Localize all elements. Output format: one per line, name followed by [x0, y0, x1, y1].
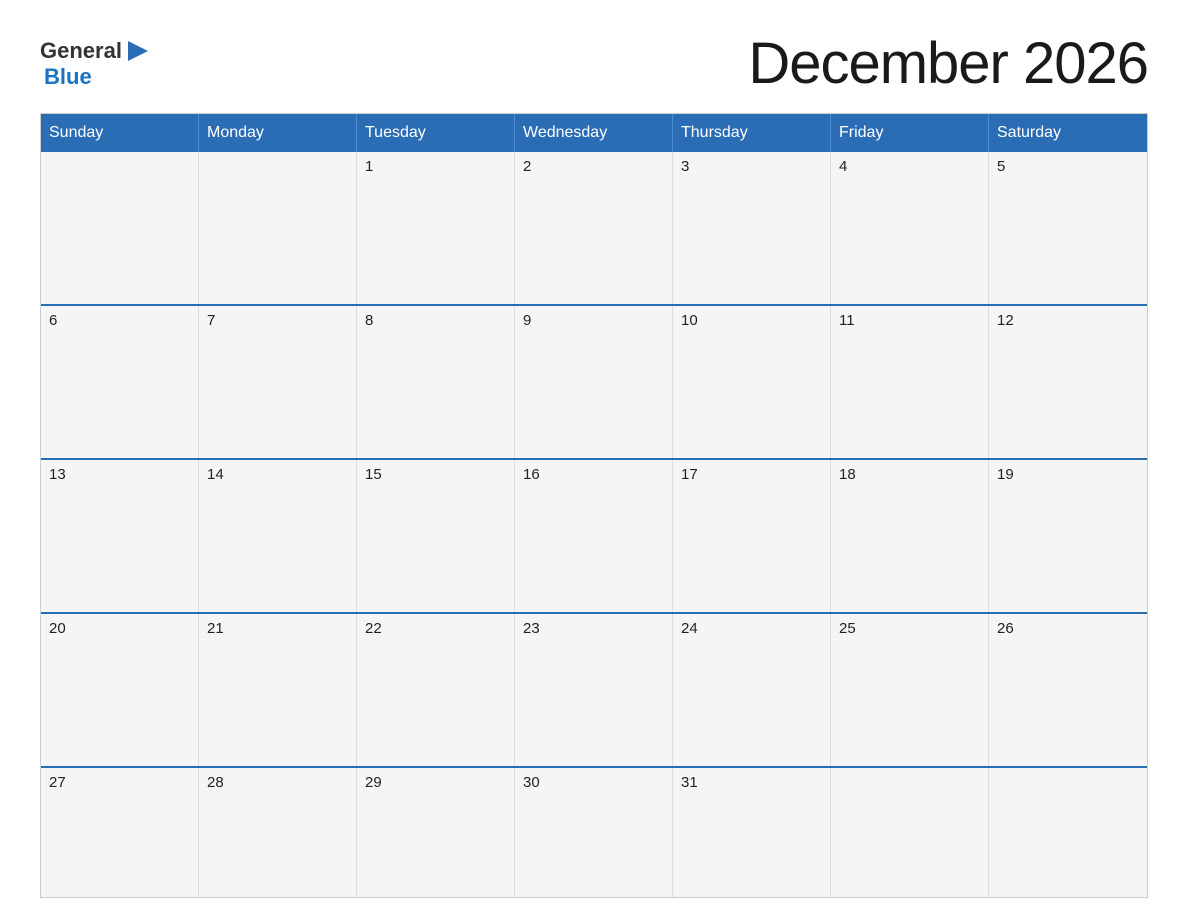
day-number: 1: [365, 158, 506, 175]
calendar-cell: 22: [357, 614, 515, 766]
logo-general-text: General: [40, 39, 122, 63]
calendar-cell: 27: [41, 768, 199, 897]
day-number: 13: [49, 466, 190, 483]
day-number: 3: [681, 158, 822, 175]
calendar-cell: 19: [989, 460, 1147, 612]
logo-row1: General: [40, 37, 156, 65]
calendar-cell: 20: [41, 614, 199, 766]
calendar-cell: 30: [515, 768, 673, 897]
header-cell-tuesday: Tuesday: [357, 114, 515, 152]
calendar-cell: 23: [515, 614, 673, 766]
day-number: 16: [523, 466, 664, 483]
day-number: 30: [523, 774, 664, 791]
day-number: 9: [523, 312, 664, 329]
calendar-week-2: 6789 10 11 12: [41, 304, 1147, 458]
day-number: 8: [365, 312, 506, 329]
calendar-grid: SundayMondayTuesdayWednesdayThursdayFrid…: [40, 113, 1148, 898]
calendar-cell: 12: [989, 306, 1147, 458]
calendar-week-4: 20 21 22 23 24 25 26: [41, 612, 1147, 766]
day-number: 21: [207, 620, 348, 637]
calendar-cell: 29: [357, 768, 515, 897]
calendar-cell: 5: [989, 152, 1147, 304]
month-title: December 2026: [748, 30, 1148, 97]
calendar-page: General Blue December 2026 SundayMondayT…: [0, 0, 1188, 918]
calendar-cell: 7: [199, 306, 357, 458]
day-number: 18: [839, 466, 980, 483]
calendar-cell: 4: [831, 152, 989, 304]
calendar-cell: [831, 768, 989, 897]
calendar-cell: 3: [673, 152, 831, 304]
calendar-body: 1234567891011121314151617181920212223242…: [41, 152, 1147, 897]
header-cell-saturday: Saturday: [989, 114, 1147, 152]
day-number: 28: [207, 774, 348, 791]
day-number: 10: [681, 312, 822, 329]
day-number: 2: [523, 158, 664, 175]
calendar-cell: 2: [515, 152, 673, 304]
day-number: 5: [997, 158, 1139, 175]
calendar-cell: 21: [199, 614, 357, 766]
day-number: 7: [207, 312, 348, 329]
calendar-week-5: 27 28 29 30 31: [41, 766, 1147, 897]
header-cell-monday: Monday: [199, 114, 357, 152]
calendar-cell: [41, 152, 199, 304]
calendar-cell: [199, 152, 357, 304]
calendar-cell: 14: [199, 460, 357, 612]
calendar-cell: 11: [831, 306, 989, 458]
day-number: 31: [681, 774, 822, 791]
header-cell-wednesday: Wednesday: [515, 114, 673, 152]
day-number: 24: [681, 620, 822, 637]
day-number: 27: [49, 774, 190, 791]
logo-block: General Blue: [40, 37, 156, 89]
calendar-week-3: 13 14 15 16 17 18 19: [41, 458, 1147, 612]
calendar-cell: 1: [357, 152, 515, 304]
logo: General Blue: [40, 37, 156, 89]
calendar-cell: 24: [673, 614, 831, 766]
calendar-cell: 28: [199, 768, 357, 897]
day-number: 15: [365, 466, 506, 483]
calendar-cell: 16: [515, 460, 673, 612]
day-number: 19: [997, 466, 1139, 483]
calendar-header: SundayMondayTuesdayWednesdayThursdayFrid…: [41, 114, 1147, 152]
day-number: 23: [523, 620, 664, 637]
calendar-cell: 6: [41, 306, 199, 458]
day-number: 29: [365, 774, 506, 791]
calendar-cell: 31: [673, 768, 831, 897]
header-cell-sunday: Sunday: [41, 114, 199, 152]
calendar-cell: 13: [41, 460, 199, 612]
day-number: 14: [207, 466, 348, 483]
calendar-week-1: 12345: [41, 152, 1147, 304]
logo-arrow-icon: [124, 37, 152, 65]
calendar-cell: 15: [357, 460, 515, 612]
day-number: 11: [839, 312, 980, 329]
page-header: General Blue December 2026: [40, 30, 1148, 97]
day-number: 17: [681, 466, 822, 483]
header-cell-friday: Friday: [831, 114, 989, 152]
logo-blue-text: Blue: [44, 65, 156, 89]
day-number: 22: [365, 620, 506, 637]
calendar-cell: [989, 768, 1147, 897]
day-number: 4: [839, 158, 980, 175]
day-number: 12: [997, 312, 1139, 329]
calendar-cell: 25: [831, 614, 989, 766]
day-number: 26: [997, 620, 1139, 637]
calendar-cell: 26: [989, 614, 1147, 766]
day-number: 25: [839, 620, 980, 637]
calendar-cell: 10: [673, 306, 831, 458]
calendar-cell: 17: [673, 460, 831, 612]
day-number: 6: [49, 312, 190, 329]
header-cell-thursday: Thursday: [673, 114, 831, 152]
calendar-cell: 18: [831, 460, 989, 612]
day-number: 20: [49, 620, 190, 637]
calendar-cell: 8: [357, 306, 515, 458]
calendar-cell: 9: [515, 306, 673, 458]
